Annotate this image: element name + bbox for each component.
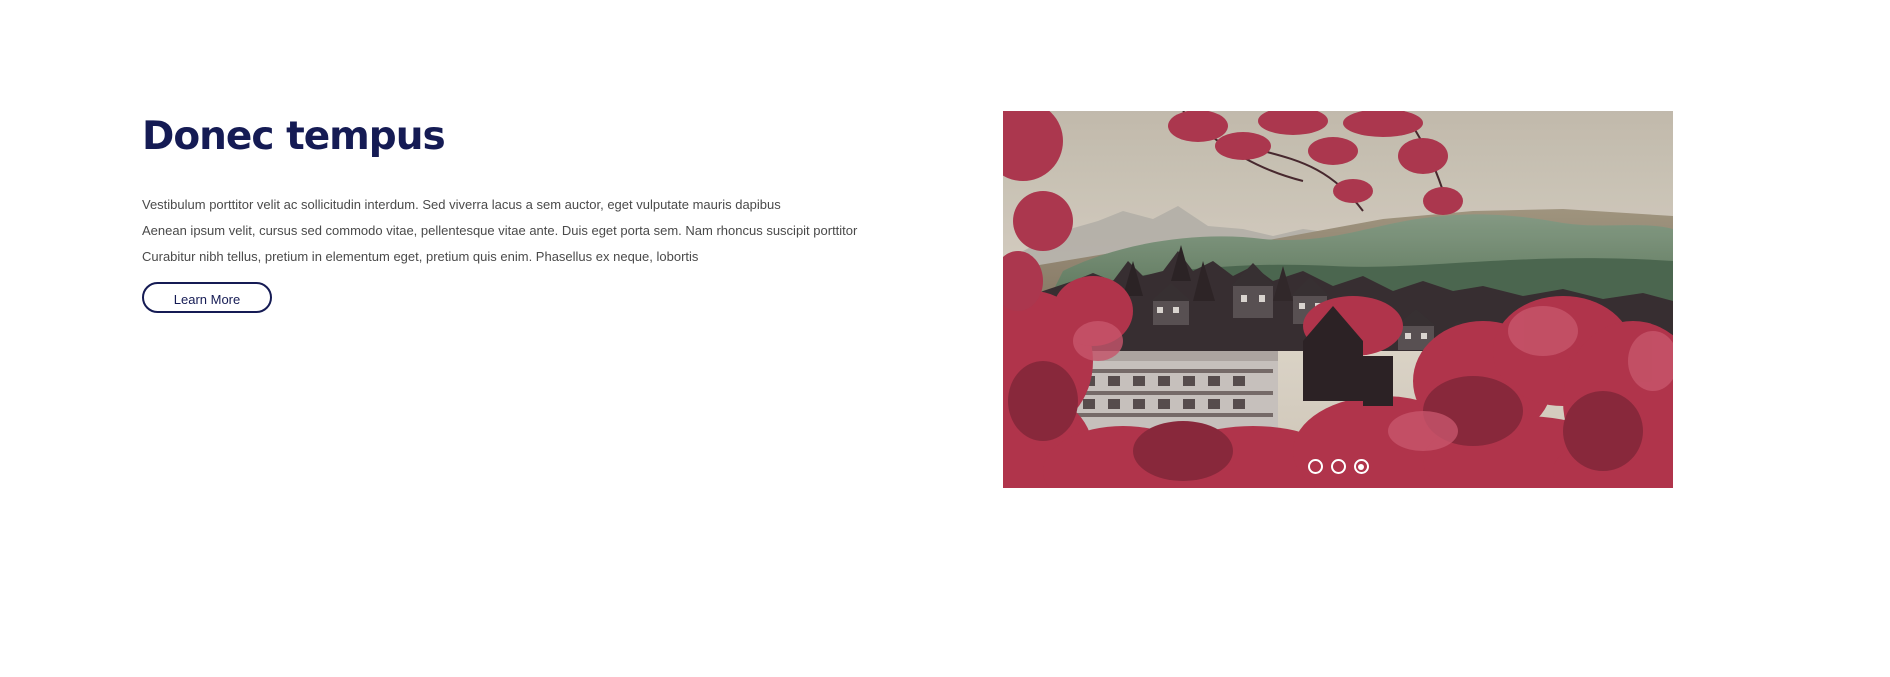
paragraph-line: Aenean ipsum velit, cursus sed commodo v… xyxy=(142,223,858,238)
learn-more-button[interactable]: Learn More xyxy=(142,282,272,313)
slider-dot-2[interactable] xyxy=(1330,459,1346,474)
slider-dot-1[interactable] xyxy=(1307,459,1323,474)
image-slider[interactable] xyxy=(1003,111,1673,488)
hero-text-column: Donec tempus Vestibulum porttitor velit … xyxy=(142,108,922,313)
hero-title: Donec tempus xyxy=(142,114,446,159)
slider-dot-3-active[interactable] xyxy=(1353,459,1369,474)
hero-section: Donec tempus Vestibulum porttitor velit … xyxy=(0,0,1890,677)
hero-paragraph: Vestibulum porttitor velit ac sollicitud… xyxy=(142,192,922,270)
paragraph-line: Vestibulum porttitor velit ac sollicitud… xyxy=(142,197,781,212)
slide-image-autumn-village xyxy=(1003,111,1673,488)
slider-pagination xyxy=(1003,459,1673,475)
paragraph-line: Curabitur nibh tellus, pretium in elemen… xyxy=(142,249,699,264)
